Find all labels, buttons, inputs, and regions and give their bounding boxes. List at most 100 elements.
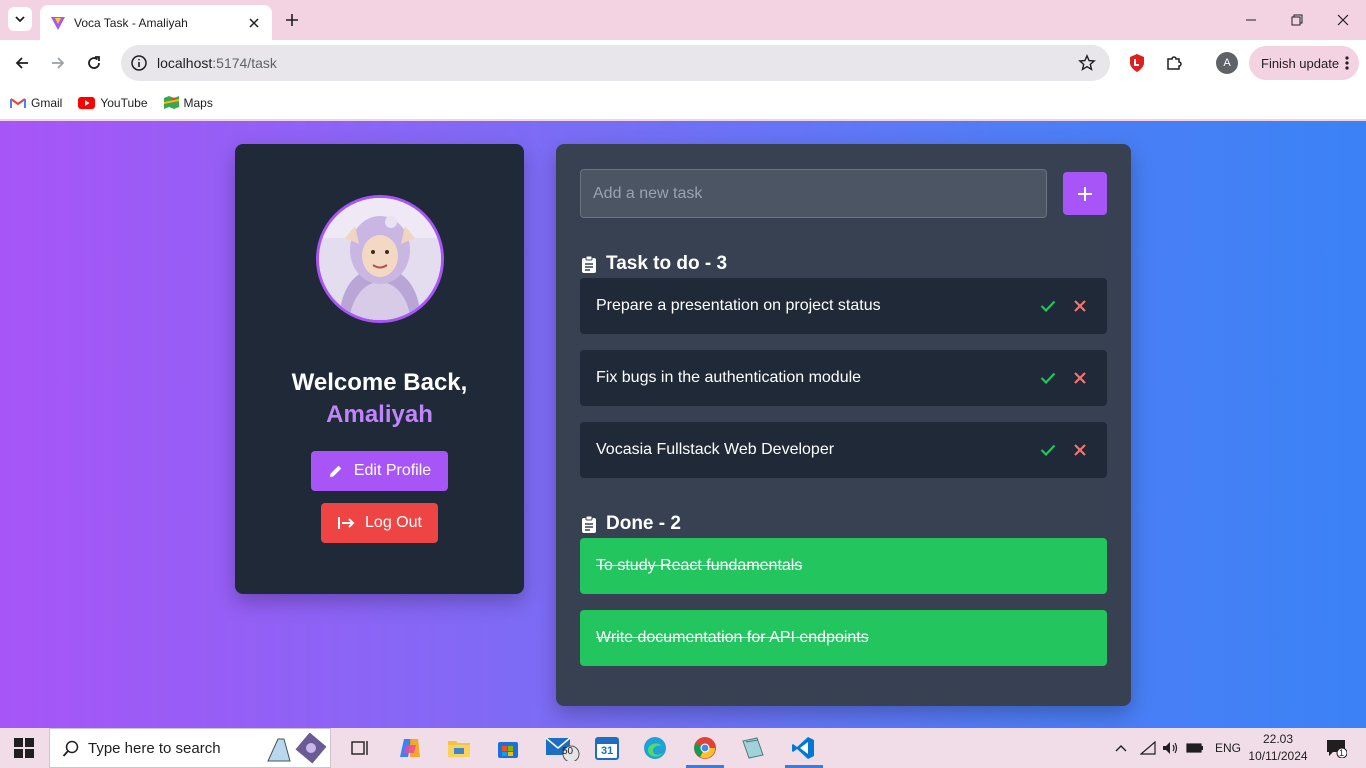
- clock[interactable]: 22.03 10/11/2024: [1248, 731, 1308, 765]
- mail-badge: 50: [562, 746, 574, 757]
- logout-label: Log Out: [365, 514, 422, 531]
- edit-profile-button[interactable]: Edit Profile: [311, 451, 448, 491]
- done-item[interactable]: Write documentation for API endpoints: [580, 610, 1107, 666]
- back-button[interactable]: [11, 52, 33, 74]
- chevron-down-icon: [15, 16, 25, 23]
- microsoft-store-icon[interactable]: [494, 734, 522, 762]
- restore-icon: [1291, 14, 1303, 26]
- close-icon: [1337, 14, 1349, 26]
- plus-icon: [1078, 186, 1092, 201]
- delete-task-x-icon[interactable]: [1069, 367, 1091, 389]
- todo-section-title: Task to do - 3: [582, 251, 727, 277]
- clock-time: 22.03: [1262, 732, 1294, 746]
- battery-icon[interactable]: [1186, 742, 1204, 754]
- edit-profile-label: Edit Profile: [353, 462, 432, 479]
- reload-button[interactable]: [83, 52, 105, 74]
- minimize-icon: [1246, 19, 1256, 21]
- notification-count: 1: [1339, 748, 1345, 758]
- plus-icon: [286, 14, 298, 26]
- todo-title: Task to do - 3: [606, 253, 728, 274]
- delete-task-x-icon[interactable]: [1069, 439, 1091, 461]
- notes-app-icon[interactable]: [739, 734, 767, 762]
- extensions-puzzle-icon[interactable]: [1163, 52, 1185, 74]
- extension-shield-icon[interactable]: [1126, 52, 1148, 74]
- network-icon[interactable]: [1140, 741, 1156, 755]
- copilot-icon[interactable]: [396, 734, 424, 762]
- todo-text: Fix bugs in the authentication module: [596, 369, 862, 386]
- logout-button[interactable]: Log Out: [321, 503, 438, 543]
- more-vertical-icon: [1345, 56, 1349, 70]
- search-icon: [62, 740, 79, 757]
- bookmarks-bar: Gmail YouTube Maps: [0, 86, 1366, 120]
- clipboard-list-icon: [582, 255, 596, 273]
- complete-task-check-icon[interactable]: [1037, 439, 1059, 461]
- address-bar[interactable]: localhost:5174/task: [121, 45, 1110, 81]
- site-info-icon[interactable]: [130, 54, 148, 72]
- language-indicator[interactable]: ENG: [1215, 741, 1241, 755]
- complete-task-check-icon[interactable]: [1037, 295, 1059, 317]
- bookmark-label: Maps: [183, 95, 213, 110]
- volume-icon[interactable]: [1162, 741, 1180, 755]
- browser-tab-bar: Voca Task - Amaliyah: [0, 0, 1366, 40]
- chrome-icon[interactable]: [691, 734, 719, 762]
- restore-button[interactable]: [1287, 10, 1307, 30]
- maps-icon: [163, 96, 179, 109]
- todo-item: Prepare a presentation on project status: [580, 278, 1107, 334]
- edge-icon[interactable]: [641, 734, 669, 762]
- calendar-icon[interactable]: 31: [593, 734, 621, 762]
- mail-icon[interactable]: 50: [543, 734, 583, 762]
- bookmark-label: Gmail: [31, 95, 63, 110]
- chevron-up-icon[interactable]: [1114, 743, 1128, 753]
- calendar-day: 31: [601, 745, 614, 757]
- finish-update-button[interactable]: Finish update: [1249, 46, 1359, 80]
- browser-toolbar: localhost:5174/task A Finish update: [0, 40, 1366, 86]
- delete-task-x-icon[interactable]: [1069, 295, 1091, 317]
- reload-icon: [88, 56, 100, 69]
- bookmark-gmail[interactable]: Gmail: [10, 96, 62, 110]
- tab-close-icon[interactable]: [246, 15, 262, 31]
- task-view-icon[interactable]: [346, 734, 374, 762]
- welcome-heading: Welcome Back, Amaliyah: [235, 367, 524, 431]
- bookmark-youtube[interactable]: YouTube: [78, 95, 148, 110]
- add-task-button[interactable]: [1063, 172, 1107, 215]
- notification-center-icon[interactable]: 1: [1322, 734, 1350, 762]
- browser-tab-active[interactable]: Voca Task - Amaliyah: [40, 5, 272, 40]
- complete-task-check-icon[interactable]: [1037, 367, 1059, 389]
- bookmark-maps[interactable]: Maps: [163, 95, 213, 110]
- new-tab-button[interactable]: [282, 10, 302, 30]
- close-window-button[interactable]: [1333, 10, 1353, 30]
- user-name: Amaliyah: [326, 401, 433, 428]
- profile-avatar[interactable]: A: [1216, 52, 1238, 74]
- clipboard-list-icon: [582, 515, 596, 533]
- logout-icon: [338, 517, 355, 529]
- minimize-button[interactable]: [1241, 10, 1261, 30]
- task-card: Task to do - 3 Prepare a presentation on…: [556, 144, 1131, 706]
- search-placeholder: Type here to search: [88, 739, 221, 757]
- done-title: Done - 2: [606, 513, 681, 534]
- forward-button[interactable]: [47, 52, 69, 74]
- windows-taskbar: Type here to search 50 31 ENG 22.03 10/1…: [0, 728, 1366, 768]
- file-explorer-icon[interactable]: [445, 734, 473, 762]
- youtube-icon: [78, 96, 96, 109]
- arrow-left-icon: [15, 57, 28, 69]
- pencil-icon: [329, 465, 342, 477]
- system-tray: ENG: [1114, 728, 1241, 768]
- done-item[interactable]: To study React fundamentals: [580, 538, 1107, 594]
- done-text: To study React fundamentals: [596, 557, 803, 574]
- new-task-input[interactable]: [580, 169, 1047, 218]
- tab-search-button[interactable]: [8, 7, 32, 31]
- bookmark-label: YouTube: [100, 95, 148, 110]
- windows-logo-icon: [14, 738, 34, 758]
- vscode-icon[interactable]: [789, 734, 817, 762]
- finish-update-label: Finish update: [1261, 55, 1340, 71]
- taskbar-search[interactable]: Type here to search: [49, 728, 331, 768]
- gmail-icon: [10, 97, 26, 108]
- start-button[interactable]: [14, 738, 34, 763]
- done-text: Write documentation for API endpoints: [596, 629, 869, 646]
- url-path: :5174/task: [212, 55, 277, 71]
- bookmark-star-icon[interactable]: [1078, 54, 1096, 72]
- science-illustration-icon: [267, 733, 326, 764]
- welcome-text: Welcome Back,: [291, 369, 468, 396]
- profile-card: Welcome Back, Amaliyah Edit Profile Log …: [235, 144, 524, 594]
- url-host: localhost: [157, 55, 213, 71]
